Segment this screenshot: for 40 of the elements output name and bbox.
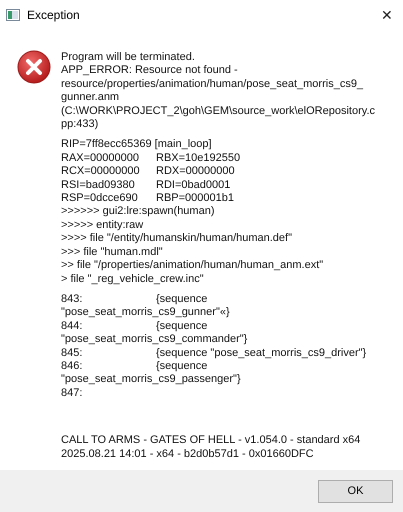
- message-line: RCX=00000000: [61, 165, 141, 179]
- message-line: RBP=000001b1: [156, 192, 234, 206]
- message-line: RBX=10e192550: [156, 152, 240, 166]
- window-title: Exception: [27, 8, 81, 22]
- message-line: {sequence: [156, 320, 208, 334]
- message-line: RDX=00000000: [156, 165, 235, 179]
- message-line: Program will be terminated.: [61, 51, 196, 64]
- message-line: RSP=0dcce690: [61, 192, 139, 206]
- error-icon: [17, 50, 51, 84]
- message-line: RAX=00000000: [61, 152, 140, 166]
- message-line: (C:\WORK\PROJECT_2\goh\GEM\source_work\elORepository.c: [61, 104, 375, 118]
- message-line: gunner.anm: [61, 91, 120, 105]
- message-line: {sequence: [156, 292, 208, 306]
- message-line: RSI=bad09380: [61, 178, 136, 192]
- message-line: 843:: [61, 292, 84, 306]
- message-line: 847:: [61, 386, 84, 400]
- message-line: >>>> file "/entity/humanskin/human/human.def": [61, 232, 294, 246]
- message-line: CALL TO ARMS - GATES OF HELL - v1.054.0 - standard x64: [61, 434, 362, 448]
- message-line: pp:433): [61, 118, 100, 132]
- message-line: "pose_seat_morris_cs9_passenger"}: [61, 373, 242, 387]
- ok-button[interactable]: OK: [318, 480, 393, 502]
- close-icon[interactable]: ✕: [377, 7, 397, 23]
- message-line: RDI=0bad0001: [156, 178, 230, 192]
- message-line: resource/properties/animation/human/pose_seat_morris_cs9_: [61, 78, 364, 92]
- message-line: APP_ERROR: Resource not found -: [61, 64, 239, 78]
- message-line: 846:: [61, 360, 84, 374]
- message-line: 2025.08.21 14:01 - x64 - b2d0b57d1 - 0x01660DFC: [61, 448, 315, 461]
- message-line: RIP=7ff8ecc65369 [main_loop]: [61, 138, 213, 152]
- message-line: "pose_seat_morris_cs9_commander"}: [61, 333, 248, 347]
- app-icon: [6, 9, 20, 21]
- message-line: 845:: [61, 346, 84, 360]
- message-line: >>>>> entity:raw: [61, 218, 144, 232]
- message-line: >>> file "human.mdl": [61, 246, 164, 260]
- message-line: >>>>>> gui2:lre:spawn(human): [61, 205, 216, 219]
- message-line: "pose_seat_morris_cs9_gunner"«}: [61, 306, 231, 320]
- message-line: >> file "/properties/animation/human/human_anm.ext": [61, 259, 324, 272]
- message-line: {sequence "pose_seat_morris_cs9_driver"}: [156, 346, 366, 360]
- message-line: > file "_reg_vehicle_crew.inc": [61, 272, 205, 286]
- message-line: 844:: [61, 320, 84, 334]
- message-line: {sequence: [156, 360, 208, 374]
